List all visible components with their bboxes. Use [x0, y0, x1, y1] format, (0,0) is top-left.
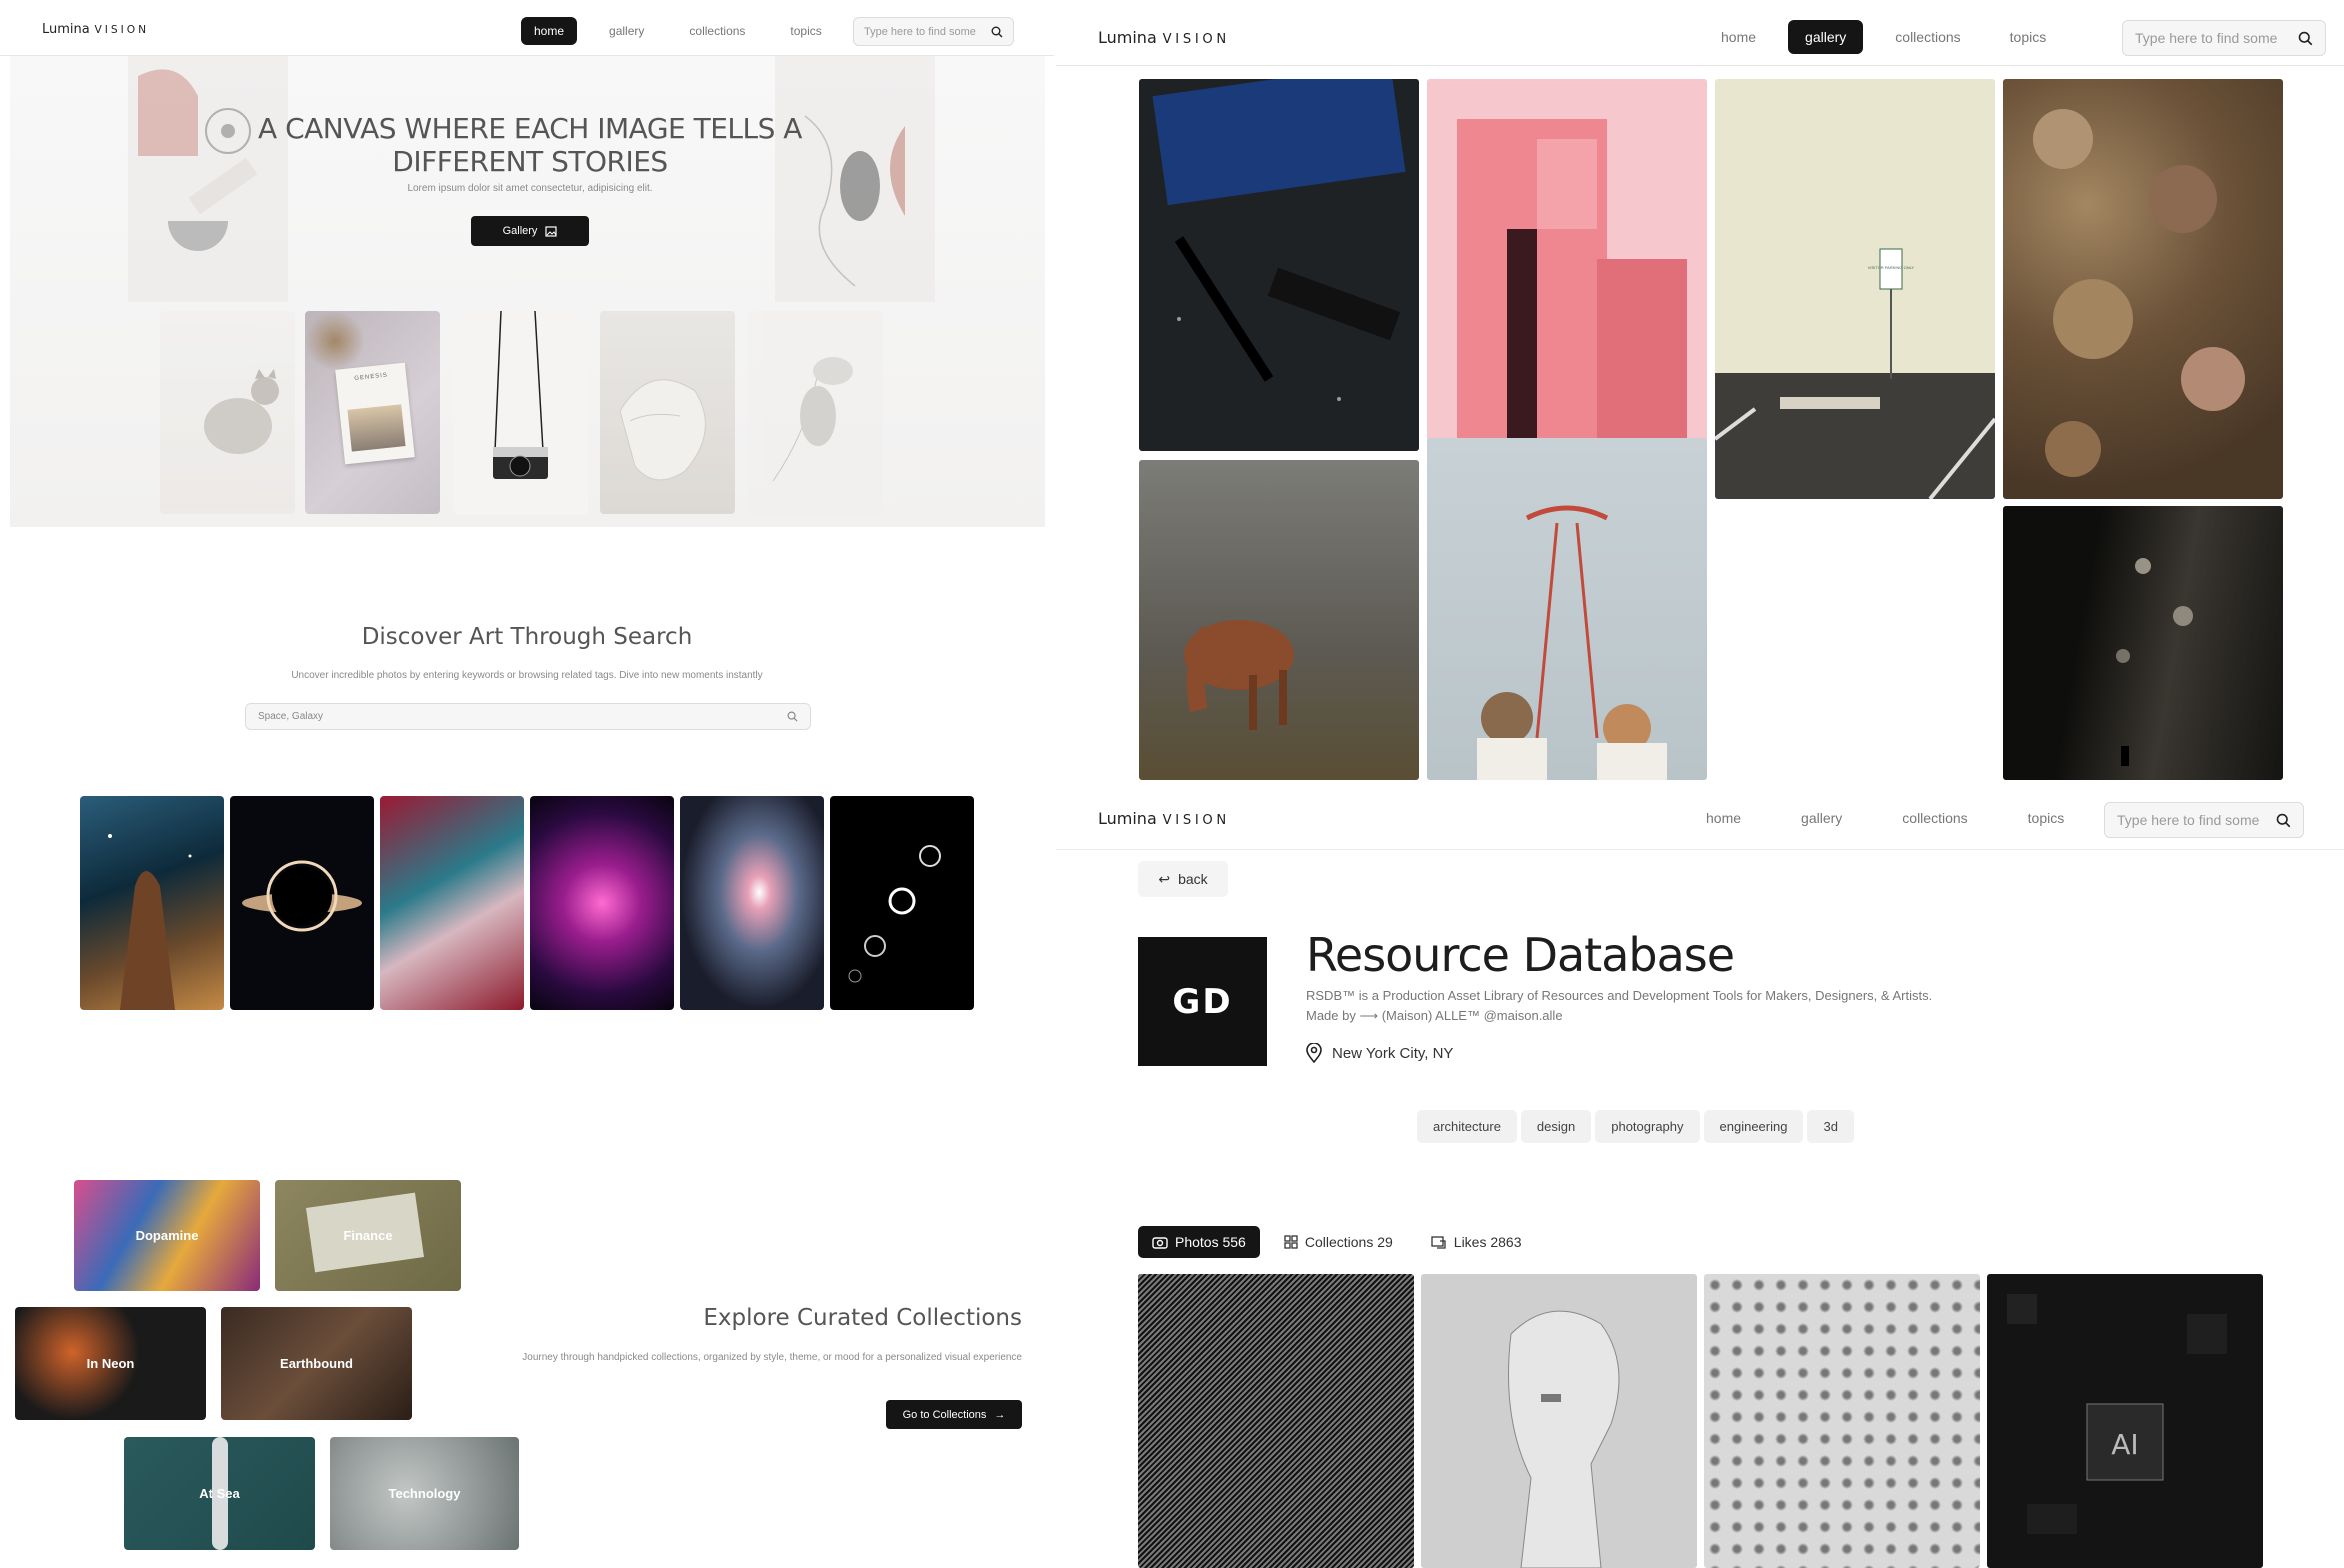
nav-collections[interactable]: collections — [1878, 20, 1977, 54]
home-page-panel: Lumina VISION home gallery collections to… — [0, 0, 1054, 1568]
profile-made-by: Made by ⟶ (Maison) ALLE™ @maison.alle — [1306, 1008, 1563, 1023]
abstract-art-right — [775, 56, 935, 302]
dotted-surface-photo[interactable] — [1704, 1274, 1980, 1568]
nav-home[interactable]: home — [1704, 20, 1773, 54]
brand-logo[interactable]: Lumina VISION — [1098, 28, 1230, 47]
nav-topics[interactable]: topics — [2013, 804, 2080, 832]
nav-links: home gallery collections topics — [1691, 804, 2109, 832]
abstract-art-left — [128, 56, 288, 302]
collections-subtitle: Journey through handpicked collections, … — [522, 1352, 1022, 1363]
top-nav: Lumina VISION home gallery collections to… — [1056, 790, 2344, 850]
ai-chip-text: AI — [2111, 1428, 2138, 1461]
tag-design[interactable]: design — [1520, 1110, 1592, 1143]
collection-dopamine[interactable]: Dopamine — [74, 1180, 260, 1291]
nav-search-input[interactable]: Type here to find some — [2104, 802, 2304, 838]
wave-lines-photo[interactable] — [1138, 1274, 1414, 1568]
nav-links: home gallery collections topics — [1704, 20, 2078, 54]
camera-photo[interactable] — [453, 311, 588, 514]
go-to-collections-button[interactable]: Go to Collections → — [886, 1400, 1022, 1429]
tab-photos[interactable]: Photos 556 — [1138, 1226, 1260, 1258]
nav-topics[interactable]: topics — [777, 17, 834, 45]
top-nav: Lumina VISION home gallery collections to… — [0, 0, 1054, 56]
pink-building-photo[interactable] — [1427, 79, 1707, 451]
hero-title: A CANVAS WHERE EACH IMAGE TELLS A DIFFER… — [258, 112, 802, 178]
space-nebula-photo-2[interactable] — [380, 796, 524, 1010]
space-blackhole-photo[interactable] — [230, 796, 374, 1010]
book-photo[interactable]: GENESIS — [305, 311, 440, 514]
profile-page-panel: Lumina VISION home gallery collections to… — [1056, 780, 2344, 1568]
space-eclipse-photo[interactable] — [830, 796, 974, 1010]
search-icon — [2298, 31, 2313, 45]
dried-roses-photo[interactable] — [2003, 79, 2283, 499]
space-nebula-photo-3[interactable] — [530, 796, 674, 1010]
back-arrow-icon: ↩ — [1158, 870, 1171, 887]
brand-logo[interactable]: Lumina VISION — [42, 22, 149, 37]
plant-photo[interactable] — [748, 311, 883, 514]
hero-section: A CANVAS WHERE EACH IMAGE TELLS A DIFFER… — [10, 56, 1045, 527]
discover-search-input[interactable]: Space, Galaxy — [245, 703, 811, 730]
nav-search-input[interactable]: Type here to find some — [853, 17, 1014, 46]
pixel-statue-photo[interactable] — [1421, 1274, 1697, 1568]
discover-subtitle: Uncover incredible photos by entering ke… — [291, 670, 763, 681]
collection-in-neon[interactable]: In Neon — [15, 1307, 206, 1420]
tab-collections[interactable]: Collections 29 — [1270, 1226, 1407, 1258]
cat-photo[interactable] — [160, 311, 295, 514]
dark-wall-shadows-photo[interactable] — [2003, 506, 2283, 780]
sweater-photo[interactable] — [600, 311, 735, 514]
nav-home[interactable]: home — [1691, 804, 1756, 832]
nav-gallery[interactable]: gallery — [1786, 804, 1857, 832]
collections-title: Explore Curated Collections — [703, 1305, 1022, 1331]
arrow-right-icon: → — [994, 1408, 1006, 1421]
nav-search-input[interactable]: Type here to find some — [2122, 20, 2326, 56]
search-icon — [787, 711, 798, 722]
horse-photo[interactable] — [1139, 460, 1419, 780]
grid-icon — [1284, 1235, 1298, 1249]
space-nebula-photo-1[interactable] — [80, 796, 224, 1010]
parachute-tower-photo[interactable] — [1427, 438, 1707, 780]
tag-photography[interactable]: photography — [1595, 1110, 1700, 1143]
hardware-ssd-photo[interactable] — [1139, 79, 1419, 451]
collection-technology[interactable]: Technology — [330, 1437, 519, 1550]
nav-links: home gallery collections topics — [521, 17, 854, 45]
ai-chip-photo[interactable]: AI — [1987, 1274, 2263, 1568]
collection-earthbound[interactable]: Earthbound — [221, 1307, 412, 1420]
photos-icon — [1152, 1237, 1168, 1249]
collection-at-sea[interactable]: At Sea — [124, 1437, 315, 1550]
parking-sign-text: VISITOR PARKING ONLY — [1868, 265, 1915, 270]
parking-wall-photo-2[interactable]: VISITOR PARKING ONLY — [1715, 79, 1995, 499]
search-icon — [2276, 813, 2291, 827]
likes-icon — [1431, 1236, 1446, 1249]
nav-topics[interactable]: topics — [1993, 20, 2064, 54]
location-pin-icon — [1306, 1043, 1322, 1063]
nav-gallery[interactable]: gallery — [596, 17, 657, 45]
collection-finance[interactable]: Finance — [275, 1180, 461, 1291]
tab-likes[interactable]: Likes 2863 — [1417, 1226, 1536, 1258]
profile-tabs: Photos 556 Collections 29 Likes 2863 — [1138, 1226, 1536, 1258]
nav-home[interactable]: home — [521, 17, 578, 45]
top-nav: Lumina VISION home gallery collections to… — [1056, 0, 2344, 66]
profile-logo: GD — [1138, 937, 1267, 1066]
discover-title: Discover Art Through Search — [361, 624, 693, 650]
search-icon — [991, 26, 1003, 37]
tag-architecture[interactable]: architecture — [1417, 1110, 1517, 1143]
tag-list: architecture design photography engineering… — [1417, 1110, 1858, 1143]
tag-engineering[interactable]: engineering — [1703, 1110, 1804, 1143]
profile-description: RSDB™ is a Production Asset Library of R… — [1306, 988, 1933, 1003]
nav-gallery[interactable]: gallery — [1788, 20, 1864, 54]
profile-location: New York City, NY — [1306, 1043, 1453, 1063]
space-galaxy-photo[interactable] — [680, 796, 824, 1010]
gallery-button[interactable]: Gallery — [471, 216, 589, 246]
profile-title: Resource Database — [1306, 928, 1735, 982]
brand-logo[interactable]: Lumina VISION — [1098, 809, 1230, 828]
gallery-page-panel: Lumina VISION home gallery collections to… — [1056, 0, 2344, 780]
hero-subtitle: Lorem ipsum dolor sit amet consectetur, … — [407, 183, 653, 194]
nav-collections[interactable]: collections — [676, 17, 758, 45]
tag-3d[interactable]: 3d — [1807, 1110, 1854, 1143]
back-button[interactable]: ↩ back — [1138, 861, 1228, 897]
image-icon — [545, 225, 558, 237]
nav-collections[interactable]: collections — [1887, 804, 1982, 832]
